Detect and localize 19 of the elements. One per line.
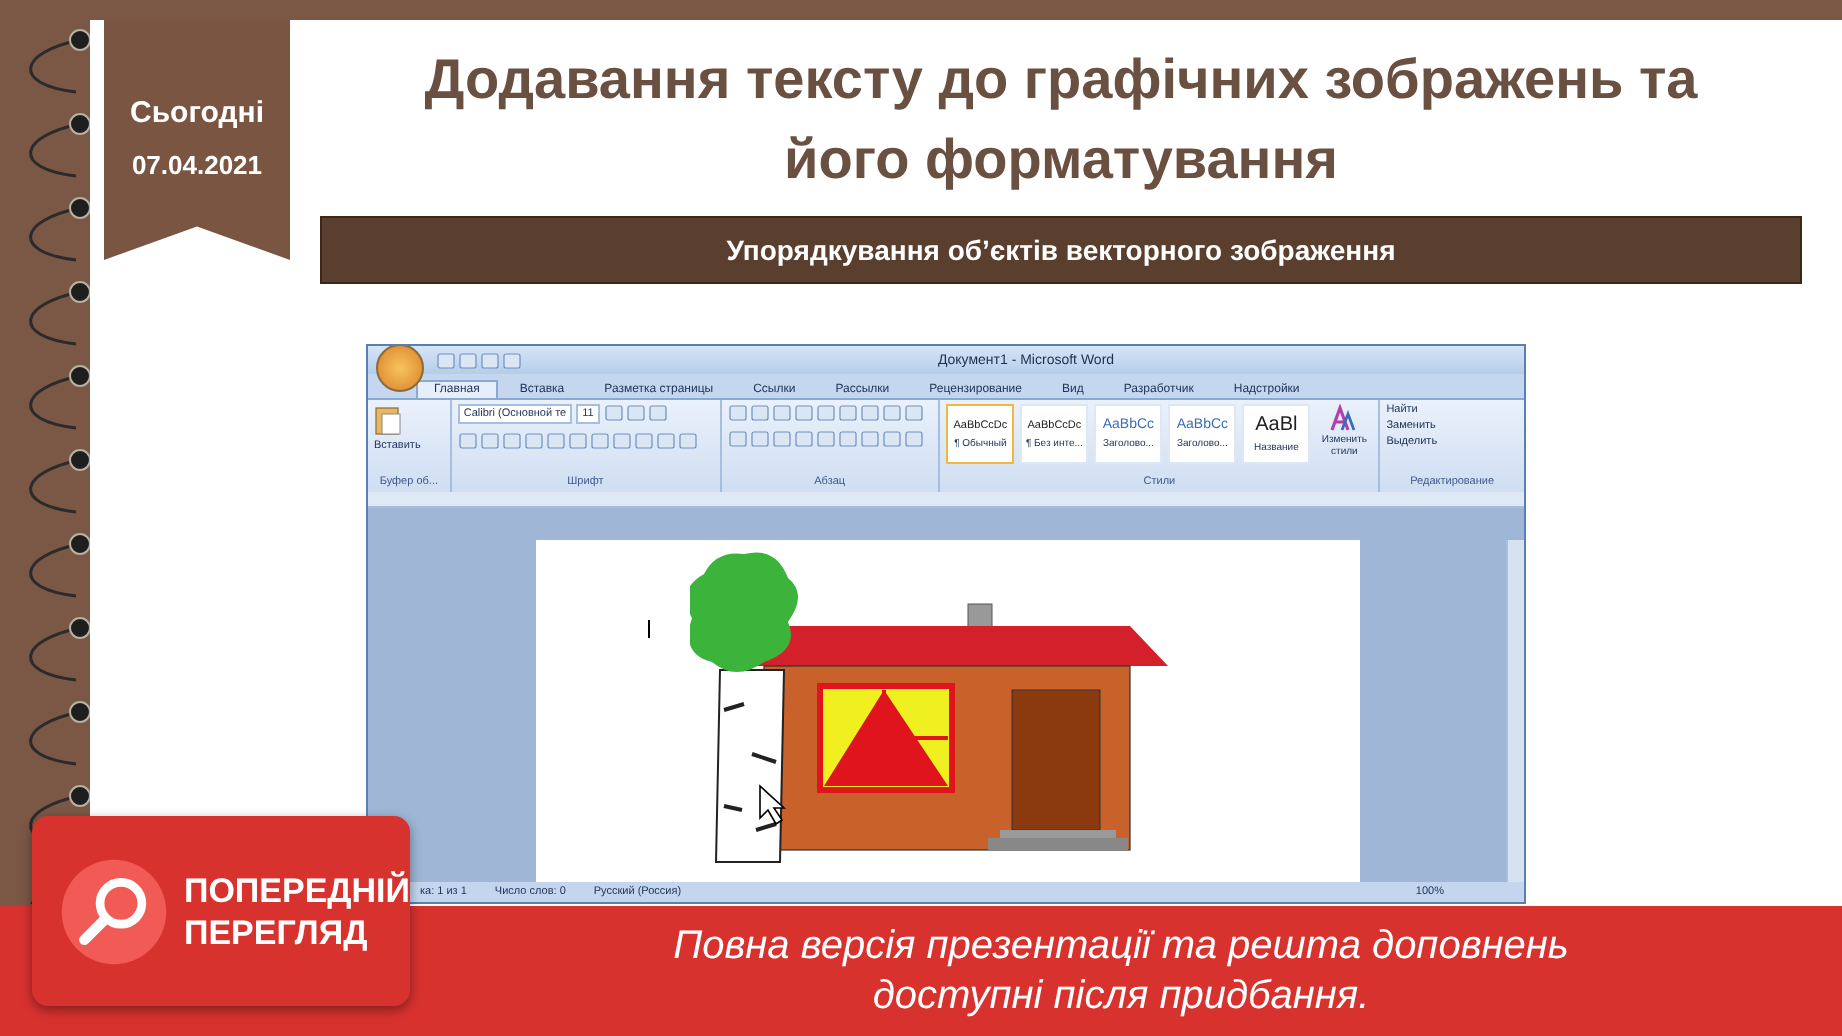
clipboard-icon[interactable] (374, 404, 402, 436)
alignment-icons[interactable] (727, 430, 925, 448)
quick-access-icons[interactable] (436, 351, 524, 369)
banner-text: Повна версія презентації та решта доповнень доступні після придбання. (671, 921, 1571, 1021)
badge-text: ПОПЕРЕДНІЙ (183, 869, 410, 911)
font-format-icons[interactable] (457, 432, 700, 450)
office-logo-icon[interactable] (376, 346, 424, 392)
preview-badge[interactable]: ПОПЕРЕДНІЙ ПЕРЕГЛЯД (32, 816, 410, 1006)
slide-title: Додавання тексту до графічних зображень та його форматування (422, 46, 1700, 194)
badge-text: ПЕРЕГЛЯД (183, 911, 370, 953)
today-label: Сьогодні (130, 96, 264, 130)
text-cursor-icon (648, 620, 650, 638)
scroll-bar[interactable] (1506, 540, 1524, 882)
style-sample: AaBl (1255, 414, 1298, 436)
change-styles-icon[interactable] (1330, 404, 1359, 432)
date-label: 07.04.2021 (131, 150, 263, 180)
subtitle-bar: Упорядкування об’єктів векторного зображення (320, 216, 1802, 284)
font-size-icons[interactable] (603, 404, 670, 422)
list-format-icons[interactable] (727, 404, 925, 422)
